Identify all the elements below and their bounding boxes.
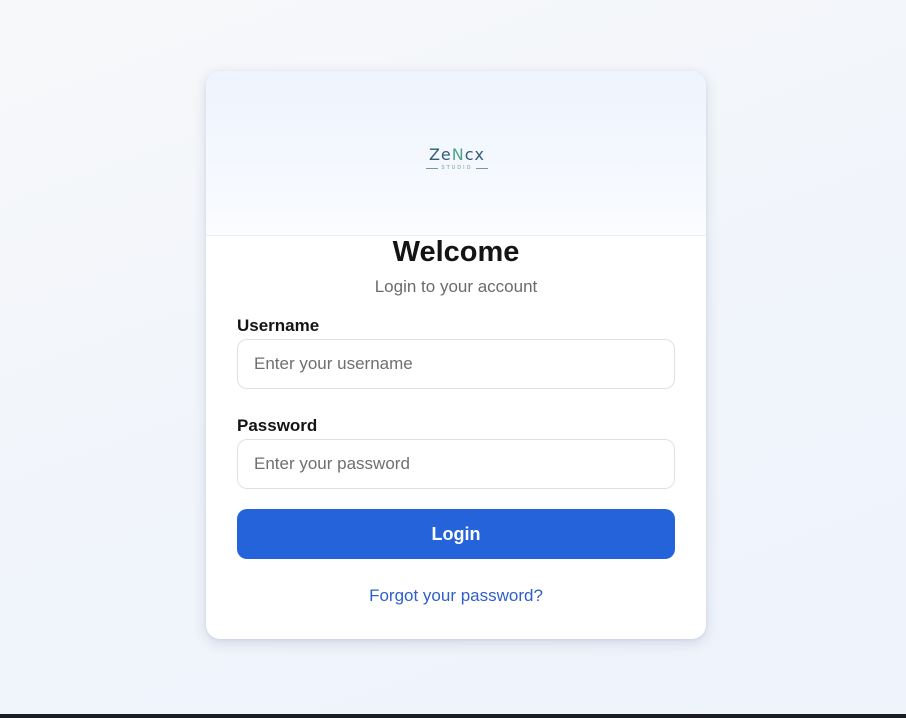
bottom-bar	[0, 714, 906, 718]
logo-divider-right	[475, 167, 488, 169]
zencx-studio-logo: ZeNcx STUDIO	[422, 146, 492, 174]
logo-subtitle: STUDIO	[422, 165, 492, 171]
login-button[interactable]: Login	[237, 509, 675, 559]
forgot-password-container: Forgot your password?	[206, 585, 706, 607]
logo-wordmark-part2: N	[451, 145, 465, 164]
logo-wordmark: ZeNcx	[422, 146, 492, 164]
username-input[interactable]	[237, 339, 675, 389]
page-subtitle: Login to your account	[374, 277, 538, 296]
password-input[interactable]	[237, 439, 675, 489]
logo-subtitle-text: STUDIO	[441, 165, 473, 171]
password-label: Password	[237, 416, 318, 435]
logo-wordmark-part1: Ze	[428, 145, 452, 164]
login-card: ZeNcx STUDIO Welcome Login to your accou…	[206, 71, 706, 639]
forgot-password-link[interactable]: Forgot your password?	[369, 586, 543, 605]
card-header: ZeNcx STUDIO	[206, 71, 706, 236]
page-title: Welcome	[392, 236, 520, 268]
logo-divider-left	[426, 167, 439, 169]
username-label: Username	[237, 316, 320, 335]
logo-wordmark-part3: cx	[464, 145, 486, 164]
